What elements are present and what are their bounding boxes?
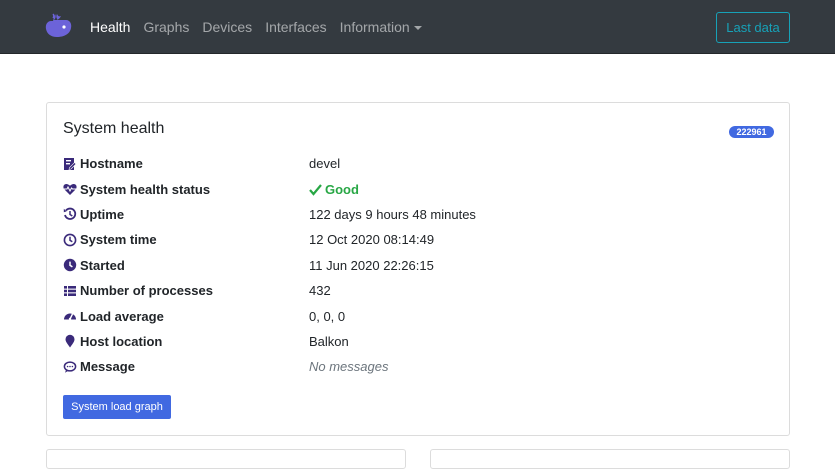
info-value: 122 days 9 hours 48 minutes (309, 206, 476, 222)
info-label: Started (80, 257, 125, 273)
nav-link-interfaces[interactable]: Interfaces (265, 0, 326, 54)
info-value: No messages (309, 359, 389, 375)
caret-down-icon (413, 26, 422, 30)
info-row-message: Message No messages (63, 354, 775, 379)
info-label: Message (80, 359, 135, 375)
info-label: System health status (80, 181, 211, 197)
nav-dropdown-information[interactable]: Information (340, 0, 422, 54)
count-badge: 222961 (729, 126, 774, 138)
clock-icon (63, 233, 77, 247)
heartbeat-icon (63, 182, 77, 196)
info-value: 12 Oct 2020 08:14:49 (309, 232, 435, 248)
nav-link-devices[interactable]: Devices (202, 0, 252, 54)
clock-filled-icon (63, 258, 77, 272)
list-icon (63, 284, 77, 298)
lower-card-right (430, 449, 790, 469)
lower-card-left (46, 449, 406, 469)
history-icon (63, 207, 77, 221)
gauge-icon (63, 309, 77, 323)
info-value: devel (309, 156, 341, 172)
top-navbar: Health Graphs Devices Interfaces Informa… (0, 0, 835, 54)
info-row-host-location: Host location Balkon (63, 329, 775, 354)
info-value: Balkon (309, 333, 349, 349)
info-row-health-status: System health status Good (63, 176, 775, 201)
status-text: Good (325, 181, 359, 197)
info-value: 432 (309, 283, 331, 299)
info-row-system-time: System time 12 Oct 2020 08:14:49 (63, 227, 775, 252)
system-health-card: System health 222961 Hostname devel Syst… (46, 102, 790, 436)
info-label: Load average (80, 308, 164, 324)
card-title: System health (63, 120, 165, 137)
info-label: Number of processes (80, 283, 213, 299)
nav-link-graphs[interactable]: Graphs (143, 0, 189, 54)
info-label: Hostname (80, 156, 143, 172)
system-load-graph-button[interactable]: System load graph (63, 395, 171, 419)
info-row-started: Started 11 Jun 2020 22:26:15 (63, 253, 775, 278)
info-label: System time (80, 232, 157, 248)
info-value: 0, 0, 0 (309, 308, 346, 324)
info-row-hostname: Hostname devel (63, 151, 775, 176)
info-row-uptime: Uptime 122 days 9 hours 48 minutes (63, 202, 775, 227)
check-icon (309, 183, 322, 196)
info-label: Uptime (80, 206, 125, 222)
health-info-list: Hostname devel System health status Good (63, 151, 775, 380)
id-card-icon (63, 157, 77, 171)
info-value: 11 Jun 2020 22:26:15 (309, 257, 434, 273)
nav-link-health[interactable]: Health (90, 0, 130, 54)
status-value: Good (309, 176, 359, 201)
info-label: Host location (80, 333, 163, 349)
info-row-processes: Number of processes 432 (63, 278, 775, 303)
map-marker-icon (63, 334, 77, 348)
comment-icon (63, 360, 77, 374)
whale-logo-icon[interactable] (44, 11, 74, 39)
nav-dropdown-label: Information (339, 19, 410, 35)
last-data-button[interactable]: Last data (716, 12, 790, 43)
info-row-load-average: Load average 0, 0, 0 (63, 303, 775, 328)
